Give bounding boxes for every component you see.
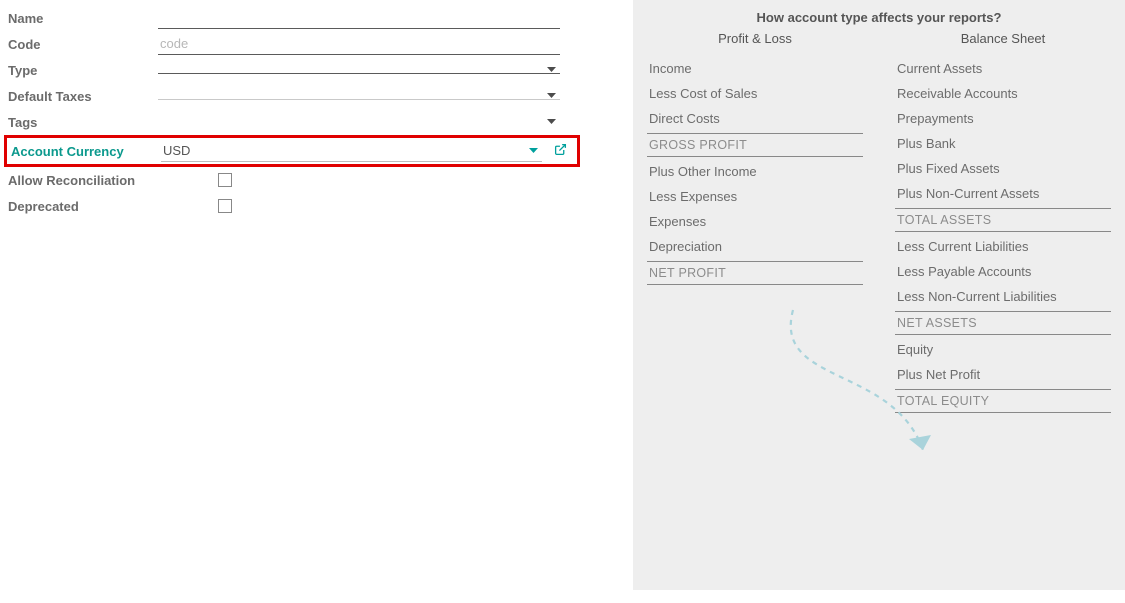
label-deprecated: Deprecated — [8, 199, 188, 214]
row-code: Code — [8, 31, 620, 57]
list-item: Plus Other Income — [647, 159, 863, 184]
caret-down-icon — [547, 93, 556, 99]
list-item: Less Expenses — [647, 184, 863, 209]
label-tags: Tags — [8, 115, 158, 130]
list-item: Plus Fixed Assets — [895, 156, 1111, 181]
list-item: Direct Costs — [647, 106, 863, 131]
gross-profit-total: GROSS PROFIT — [647, 133, 863, 157]
caret-down-icon — [547, 119, 556, 125]
default-taxes-select[interactable] — [158, 93, 560, 100]
row-type: Type — [8, 57, 620, 83]
allow-reconciliation-checkbox[interactable] — [218, 173, 232, 187]
account-currency-select[interactable]: USD — [161, 140, 542, 162]
total-equity-total: TOTAL EQUITY — [895, 389, 1111, 413]
list-item: Less Non-Current Liabilities — [895, 284, 1111, 309]
label-code: Code — [8, 37, 158, 52]
list-item: Equity — [895, 337, 1111, 362]
deprecated-checkbox[interactable] — [218, 199, 232, 213]
profit-loss-heading: Profit & Loss — [647, 31, 863, 46]
label-account-currency: Account Currency — [7, 144, 161, 159]
row-account-currency: Account Currency USD — [4, 135, 580, 167]
caret-down-icon — [529, 148, 538, 154]
list-item: Plus Bank — [895, 131, 1111, 156]
external-link-icon[interactable] — [554, 143, 567, 159]
list-item: Plus Net Profit — [895, 362, 1111, 387]
name-input[interactable] — [158, 7, 560, 29]
label-type: Type — [8, 63, 158, 78]
net-assets-total: NET ASSETS — [895, 311, 1111, 335]
row-default-taxes: Default Taxes — [8, 83, 620, 109]
code-input[interactable] — [158, 33, 560, 55]
info-panel-title: How account type affects your reports? — [647, 10, 1111, 25]
list-item: Expenses — [647, 209, 863, 234]
list-item: Plus Non-Current Assets — [895, 181, 1111, 206]
tags-select[interactable] — [158, 113, 560, 131]
caret-down-icon — [547, 67, 556, 73]
label-allow-reconciliation: Allow Reconciliation — [8, 173, 188, 188]
list-item: Less Payable Accounts — [895, 259, 1111, 284]
profit-loss-column: Profit & Loss Income Less Cost of Sales … — [647, 31, 863, 415]
row-name: Name — [8, 5, 620, 31]
label-default-taxes: Default Taxes — [8, 89, 158, 104]
row-allow-reconciliation: Allow Reconciliation — [8, 167, 620, 193]
total-assets-total: TOTAL ASSETS — [895, 208, 1111, 232]
list-item: Receivable Accounts — [895, 81, 1111, 106]
net-profit-total: NET PROFIT — [647, 261, 863, 285]
balance-sheet-heading: Balance Sheet — [895, 31, 1111, 46]
label-name: Name — [8, 11, 158, 26]
info-panel: How account type affects your reports? P… — [633, 0, 1125, 590]
row-deprecated: Deprecated — [8, 193, 620, 219]
list-item: Current Assets — [895, 56, 1111, 81]
row-tags: Tags — [8, 109, 620, 135]
list-item: Income — [647, 56, 863, 81]
list-item: Less Cost of Sales — [647, 81, 863, 106]
form-panel: Name Code Type Default Taxes — [0, 0, 620, 219]
list-item: Less Current Liabilities — [895, 234, 1111, 259]
list-item: Prepayments — [895, 106, 1111, 131]
balance-sheet-column: Balance Sheet Current Assets Receivable … — [895, 31, 1111, 415]
type-select[interactable] — [158, 67, 560, 74]
list-item: Depreciation — [647, 234, 863, 259]
